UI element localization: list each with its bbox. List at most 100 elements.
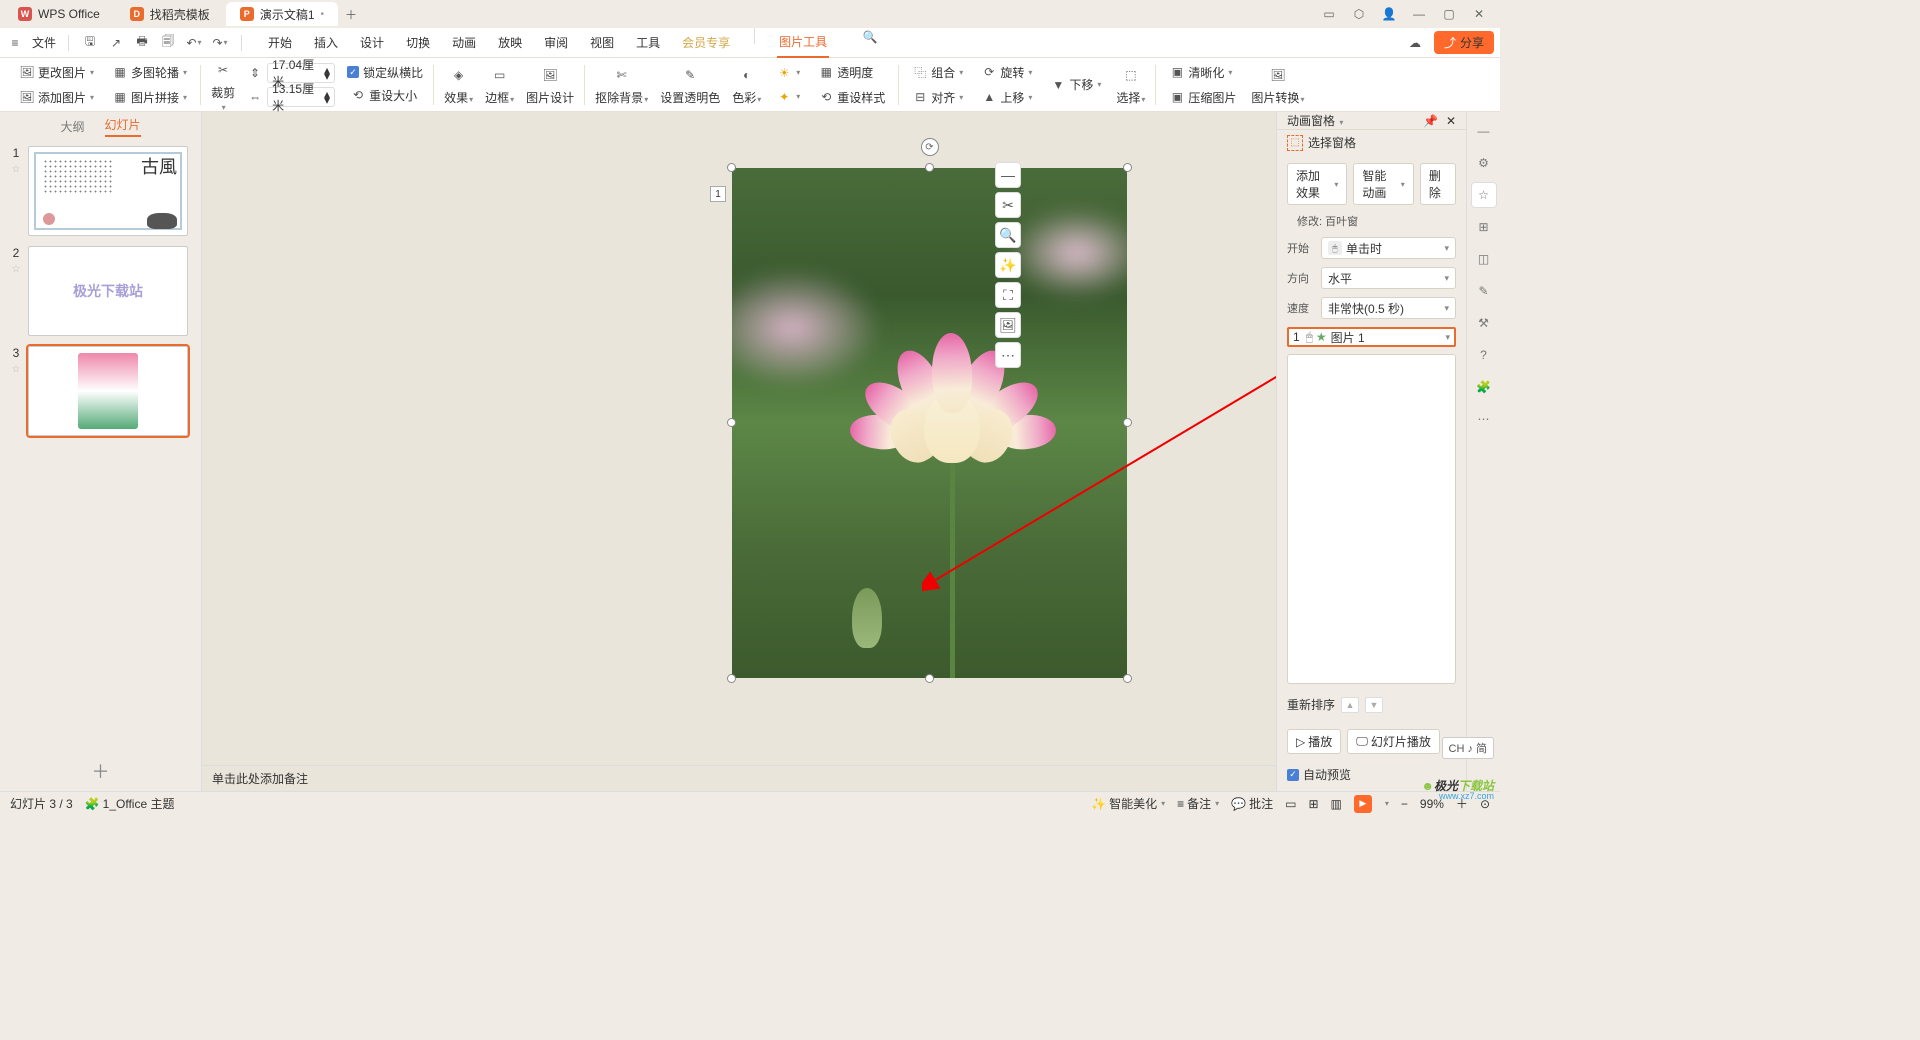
beautify-button[interactable]: ✨智能美化▾ [1091, 795, 1165, 812]
float-crop-icon[interactable]: ✂ [995, 192, 1021, 218]
start-select[interactable]: 🖱单击时 [1321, 237, 1456, 259]
print-icon[interactable]: 🖶 [133, 34, 151, 52]
animation-badge[interactable]: 1 [710, 186, 726, 202]
contrast-button[interactable]: ✦▾ [773, 87, 803, 107]
slides-tab[interactable]: 幻灯片 [105, 116, 141, 137]
rail-plugin-icon[interactable]: 🧩 [1471, 374, 1497, 400]
reset-style-button[interactable]: ⟲重设样式 [815, 87, 888, 108]
float-zoom-icon[interactable]: 🔍 [995, 222, 1021, 248]
outline-tab[interactable]: 大纲 [60, 118, 84, 135]
tab-wps-home[interactable]: W WPS Office [4, 2, 114, 26]
change-picture-button[interactable]: 🖼更改图片▾ [16, 62, 97, 83]
file-menu[interactable]: 文件 [32, 34, 56, 51]
align-button[interactable]: ⊟对齐▾ [909, 87, 966, 108]
transparency-button[interactable]: ▦透明度 [815, 62, 888, 83]
tab-design[interactable]: 设计 [358, 28, 386, 58]
share-button[interactable]: ⤴ 分享 [1434, 31, 1494, 54]
float-magic-icon[interactable]: ✨ [995, 252, 1021, 278]
tab-start[interactable]: 开始 [266, 28, 294, 58]
rotate-handle[interactable]: ⟳ [921, 138, 939, 156]
notes-button[interactable]: ≡ 备注▾ [1177, 795, 1219, 812]
pin-icon[interactable]: 📌 [1423, 114, 1438, 128]
menu-icon[interactable]: ≡ [6, 34, 24, 52]
resize-handle[interactable] [925, 674, 934, 683]
slide-canvas[interactable]: ⟳ 1 — ✂ 🔍 ✨ [202, 112, 1276, 765]
crop-button[interactable]: ✂裁剪▾ [205, 56, 241, 114]
float-minus-icon[interactable]: — [995, 162, 1021, 188]
tab-picture-tools[interactable]: 图片工具 [777, 28, 829, 58]
slide-thumb-3[interactable]: 3☆ [10, 346, 191, 436]
comments-button[interactable]: 💬 批注 [1231, 795, 1273, 812]
slide-thumb-1[interactable]: 1☆ 古風 [10, 146, 191, 236]
float-more-icon[interactable]: ⋯ [995, 342, 1021, 368]
tab-review[interactable]: 审阅 [542, 28, 570, 58]
select-button[interactable]: ⬚选择▾ [1110, 61, 1151, 108]
slideshow-button[interactable]: 🖵幻灯片播放 [1347, 729, 1440, 754]
tab-view[interactable]: 视图 [588, 28, 616, 58]
rail-adjust-icon[interactable]: ⚙ [1471, 150, 1497, 176]
move-up-button[interactable]: ▲上移▾ [978, 87, 1035, 108]
redo-icon[interactable]: ↷▾ [211, 34, 229, 52]
float-replace-icon[interactable]: 🖼 [995, 312, 1021, 338]
resize-handle[interactable] [925, 163, 934, 172]
pic-convert-button[interactable]: 🖼图片转换▾ [1245, 61, 1310, 108]
animation-list[interactable] [1287, 354, 1456, 684]
set-transparency-button[interactable]: ✎设置透明色 [654, 61, 726, 108]
chevron-down-icon[interactable]: ▾ [1339, 118, 1343, 127]
resize-handle[interactable] [1123, 163, 1132, 172]
resize-handle[interactable] [1123, 674, 1132, 683]
window-multi-icon[interactable]: ▭ [1320, 5, 1338, 23]
view-sorter-icon[interactable]: ⊞ [1308, 797, 1318, 811]
remove-bg-button[interactable]: ✄抠除背景▾ [589, 61, 654, 108]
save-icon[interactable]: 🖫 [81, 34, 99, 52]
effects-button[interactable]: ◈效果▾ [438, 61, 479, 108]
theme-indicator[interactable]: 🧩1_Office 主题 [85, 795, 175, 812]
reset-size-button[interactable]: ⟲重设大小 [347, 85, 423, 106]
zoom-out-icon[interactable]: − [1401, 797, 1408, 811]
tab-close-icon[interactable]: • [321, 9, 325, 20]
resize-handle[interactable] [1123, 418, 1132, 427]
multi-rotate-button[interactable]: ▦多图轮播▾ [109, 62, 190, 83]
minimize-icon[interactable]: — [1410, 5, 1428, 23]
rotate-button[interactable]: ⟳旋转▾ [978, 62, 1035, 83]
preview-icon[interactable]: 🗐 [159, 34, 177, 52]
undo-icon[interactable]: ↶▾ [185, 34, 203, 52]
tab-templates[interactable]: D 找稻壳模板 [116, 2, 224, 26]
maximize-icon[interactable]: ▢ [1440, 5, 1458, 23]
float-fit-icon[interactable]: ⛶ [995, 282, 1021, 308]
move-up-button[interactable]: ▲ [1341, 697, 1359, 713]
rail-resource-icon[interactable]: ⚒ [1471, 310, 1497, 336]
collage-button[interactable]: ▦图片拼接▾ [109, 87, 190, 108]
clarity-button[interactable]: ▣清晰化▾ [1166, 62, 1239, 83]
lock-ratio-checkbox[interactable]: ✓ [347, 66, 359, 78]
add-effect-button[interactable]: 添加效果▾ [1287, 163, 1347, 205]
speed-select[interactable]: 非常快(0.5 秒) [1321, 297, 1456, 319]
brightness-button[interactable]: ☀▾ [773, 63, 803, 83]
play-slideshow-button[interactable]: ▶ [1354, 795, 1372, 813]
border-button[interactable]: ▭边框▾ [479, 61, 520, 108]
resize-handle[interactable] [727, 674, 736, 683]
slide-thumb-2[interactable]: 2☆ 极光下载站 [10, 246, 191, 336]
new-tab-button[interactable]: ＋ [340, 3, 362, 25]
delete-button[interactable]: 删除 [1420, 163, 1456, 205]
smart-anim-button[interactable]: 智能动画▾ [1353, 163, 1413, 205]
tab-vip[interactable]: 会员专享 [680, 28, 732, 58]
rail-layout-icon[interactable]: ⊞ [1471, 214, 1497, 240]
view-normal-icon[interactable]: ▭ [1285, 797, 1296, 811]
cube-icon[interactable]: ⬡ [1350, 5, 1368, 23]
direction-select[interactable]: 水平 [1321, 267, 1456, 289]
add-slide-button[interactable]: ＋ [0, 751, 201, 791]
pic-design-button[interactable]: 🖼图片设计 [520, 61, 580, 108]
rail-design-icon[interactable]: ✎ [1471, 278, 1497, 304]
rail-more-icon[interactable]: ⋯ [1471, 406, 1497, 432]
notes-bar[interactable]: 单击此处添加备注 [202, 765, 1276, 791]
tab-insert[interactable]: 插入 [312, 28, 340, 58]
tab-slideshow[interactable]: 放映 [496, 28, 524, 58]
rail-animation-icon[interactable]: ☆ [1471, 182, 1497, 208]
rail-collapse-icon[interactable]: — [1471, 118, 1497, 144]
resize-handle[interactable] [727, 418, 736, 427]
close-icon[interactable]: ✕ [1470, 5, 1488, 23]
tab-tools[interactable]: 工具 [634, 28, 662, 58]
compress-button[interactable]: ▣压缩图片 [1166, 87, 1239, 108]
animation-list-item[interactable]: 1 🖱 ★ 图片 1 [1287, 327, 1456, 347]
